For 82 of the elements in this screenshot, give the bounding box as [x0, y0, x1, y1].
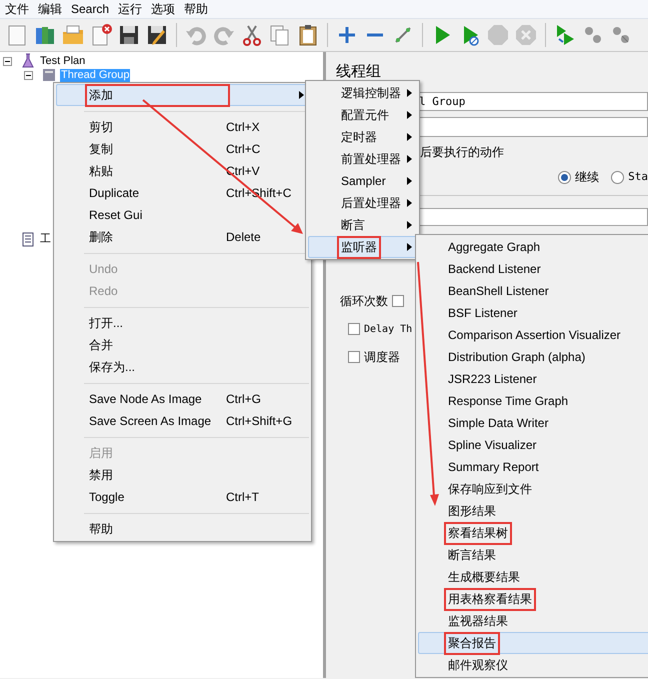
tree-node[interactable]: Test Plan: [39, 54, 86, 68]
menu-item[interactable]: Distribution Graph (alpha): [418, 346, 648, 368]
radio-label: 继续: [575, 169, 600, 186]
radio-button[interactable]: [558, 170, 572, 184]
menu-item[interactable]: Toggle Ctrl+T: [56, 486, 309, 508]
menu-item[interactable]: Spline Visualizer: [418, 434, 648, 456]
menu-item[interactable]: 后置处理器: [308, 192, 417, 214]
menu-item[interactable]: Backend Listener: [418, 258, 648, 280]
submenu-arrow-icon: [407, 89, 412, 97]
floppy-icon[interactable]: [117, 23, 141, 47]
checkbox-label: Delay Th: [364, 322, 412, 336]
radio-label: Sta: [628, 168, 648, 185]
shortcut-label: Ctrl+G: [226, 391, 262, 408]
submenu-arrow-icon: [407, 177, 412, 185]
submenu-arrow-icon: [407, 133, 412, 141]
expand-toggle[interactable]: [24, 70, 33, 80]
menu-item[interactable]: Simple Data Writer: [418, 412, 648, 434]
menu-item[interactable]: 编辑: [38, 3, 62, 15]
menu-item[interactable]: 图形结果: [418, 500, 648, 522]
menu-item[interactable]: 运行: [118, 3, 142, 15]
menu-item[interactable]: 断言: [308, 214, 417, 236]
submenu-arrow-icon: [407, 221, 412, 229]
menu-item[interactable]: 前置处理器: [308, 148, 417, 170]
menu-item[interactable]: 文件: [5, 3, 29, 15]
menu-item[interactable]: Save Node As Image Ctrl+G: [56, 388, 309, 410]
menu-item[interactable]: Sampler: [308, 170, 417, 192]
menu-item[interactable]: 配置元件: [308, 104, 417, 126]
menu-item[interactable]: 复制 Ctrl+C: [56, 138, 309, 160]
menu-item[interactable]: 监听器: [308, 236, 417, 258]
folder-icon[interactable]: [61, 23, 85, 47]
group-label: 后要执行的动作: [420, 145, 504, 159]
shortcut-label: Ctrl+Shift+G: [226, 413, 292, 430]
menu-item[interactable]: 合并: [56, 334, 309, 356]
menu-item[interactable]: Save Screen As Image Ctrl+Shift+G: [56, 410, 309, 432]
menu-item[interactable]: Summary Report: [418, 456, 648, 478]
menu-item[interactable]: 剪切 Ctrl+X: [56, 116, 309, 138]
menu-item[interactable]: 定时器: [308, 126, 417, 148]
menu-item[interactable]: 逻辑控制器: [308, 82, 417, 104]
tree-node[interactable]: 工: [39, 232, 52, 246]
submenu-arrow-icon: [407, 155, 412, 163]
menu-item[interactable]: 禁用: [56, 464, 309, 486]
checkbox[interactable]: [348, 351, 360, 363]
menu-item[interactable]: 生成概要结果: [418, 566, 648, 588]
menu-item[interactable]: Reset Gui: [56, 204, 309, 226]
menu-item[interactable]: BeanShell Listener: [418, 280, 648, 302]
menu-item[interactable]: 打开...: [56, 312, 309, 334]
shortcut-label: Ctrl+C: [226, 141, 260, 158]
menu-item[interactable]: 删除 Delete: [56, 226, 309, 248]
submenu-arrow-icon: [407, 243, 412, 251]
submenu-arrow-icon: [407, 111, 412, 119]
checkbox-label: 调度器: [364, 349, 400, 366]
menu-item[interactable]: JSR223 Listener: [418, 368, 648, 390]
menu-item[interactable]: Comparison Assertion Visualizer: [418, 324, 648, 346]
menu-item[interactable]: 保存响应到文件: [418, 478, 648, 500]
menu-item[interactable]: 保存为...: [56, 356, 309, 378]
menu-item[interactable]: 断言结果: [418, 544, 648, 566]
menu-item[interactable]: 监视器结果: [418, 610, 648, 632]
clipboard-icon: [20, 231, 36, 247]
menu-item[interactable]: 选项: [151, 3, 176, 15]
menu-item[interactable]: 察看结果树: [418, 522, 648, 544]
menu-item[interactable]: 用表格察看结果: [418, 588, 648, 610]
expand-toggle[interactable]: [3, 56, 12, 66]
scissors-icon[interactable]: [240, 23, 264, 47]
checkbox[interactable]: [348, 323, 360, 335]
checkbox[interactable]: [392, 295, 404, 307]
shortcut-label: Ctrl+T: [226, 489, 259, 506]
menu-item[interactable]: 聚合报告: [418, 632, 648, 654]
submenu-arrow-icon: [407, 199, 412, 207]
floppy-pencil-icon[interactable]: [145, 23, 169, 47]
menu-item[interactable]: 帮助: [184, 3, 208, 15]
flask-icon: [20, 53, 36, 69]
menu-item[interactable]: Response Time Graph: [418, 390, 648, 412]
menu-item[interactable]: Aggregate Graph: [418, 236, 648, 258]
panel-title: 线程组: [336, 62, 382, 82]
menu-item[interactable]: Search: [71, 3, 110, 15]
shortcut-label: Delete: [226, 229, 261, 246]
menu-item[interactable]: 邮件观察仪: [418, 654, 648, 676]
menu-item[interactable]: BSF Listener: [418, 302, 648, 324]
radio-button[interactable]: [611, 170, 624, 184]
shortcut-label: Ctrl+X: [226, 119, 260, 136]
loop-count-label: 循环次数: [340, 293, 388, 310]
menu-item[interactable]: 帮助: [56, 518, 309, 540]
